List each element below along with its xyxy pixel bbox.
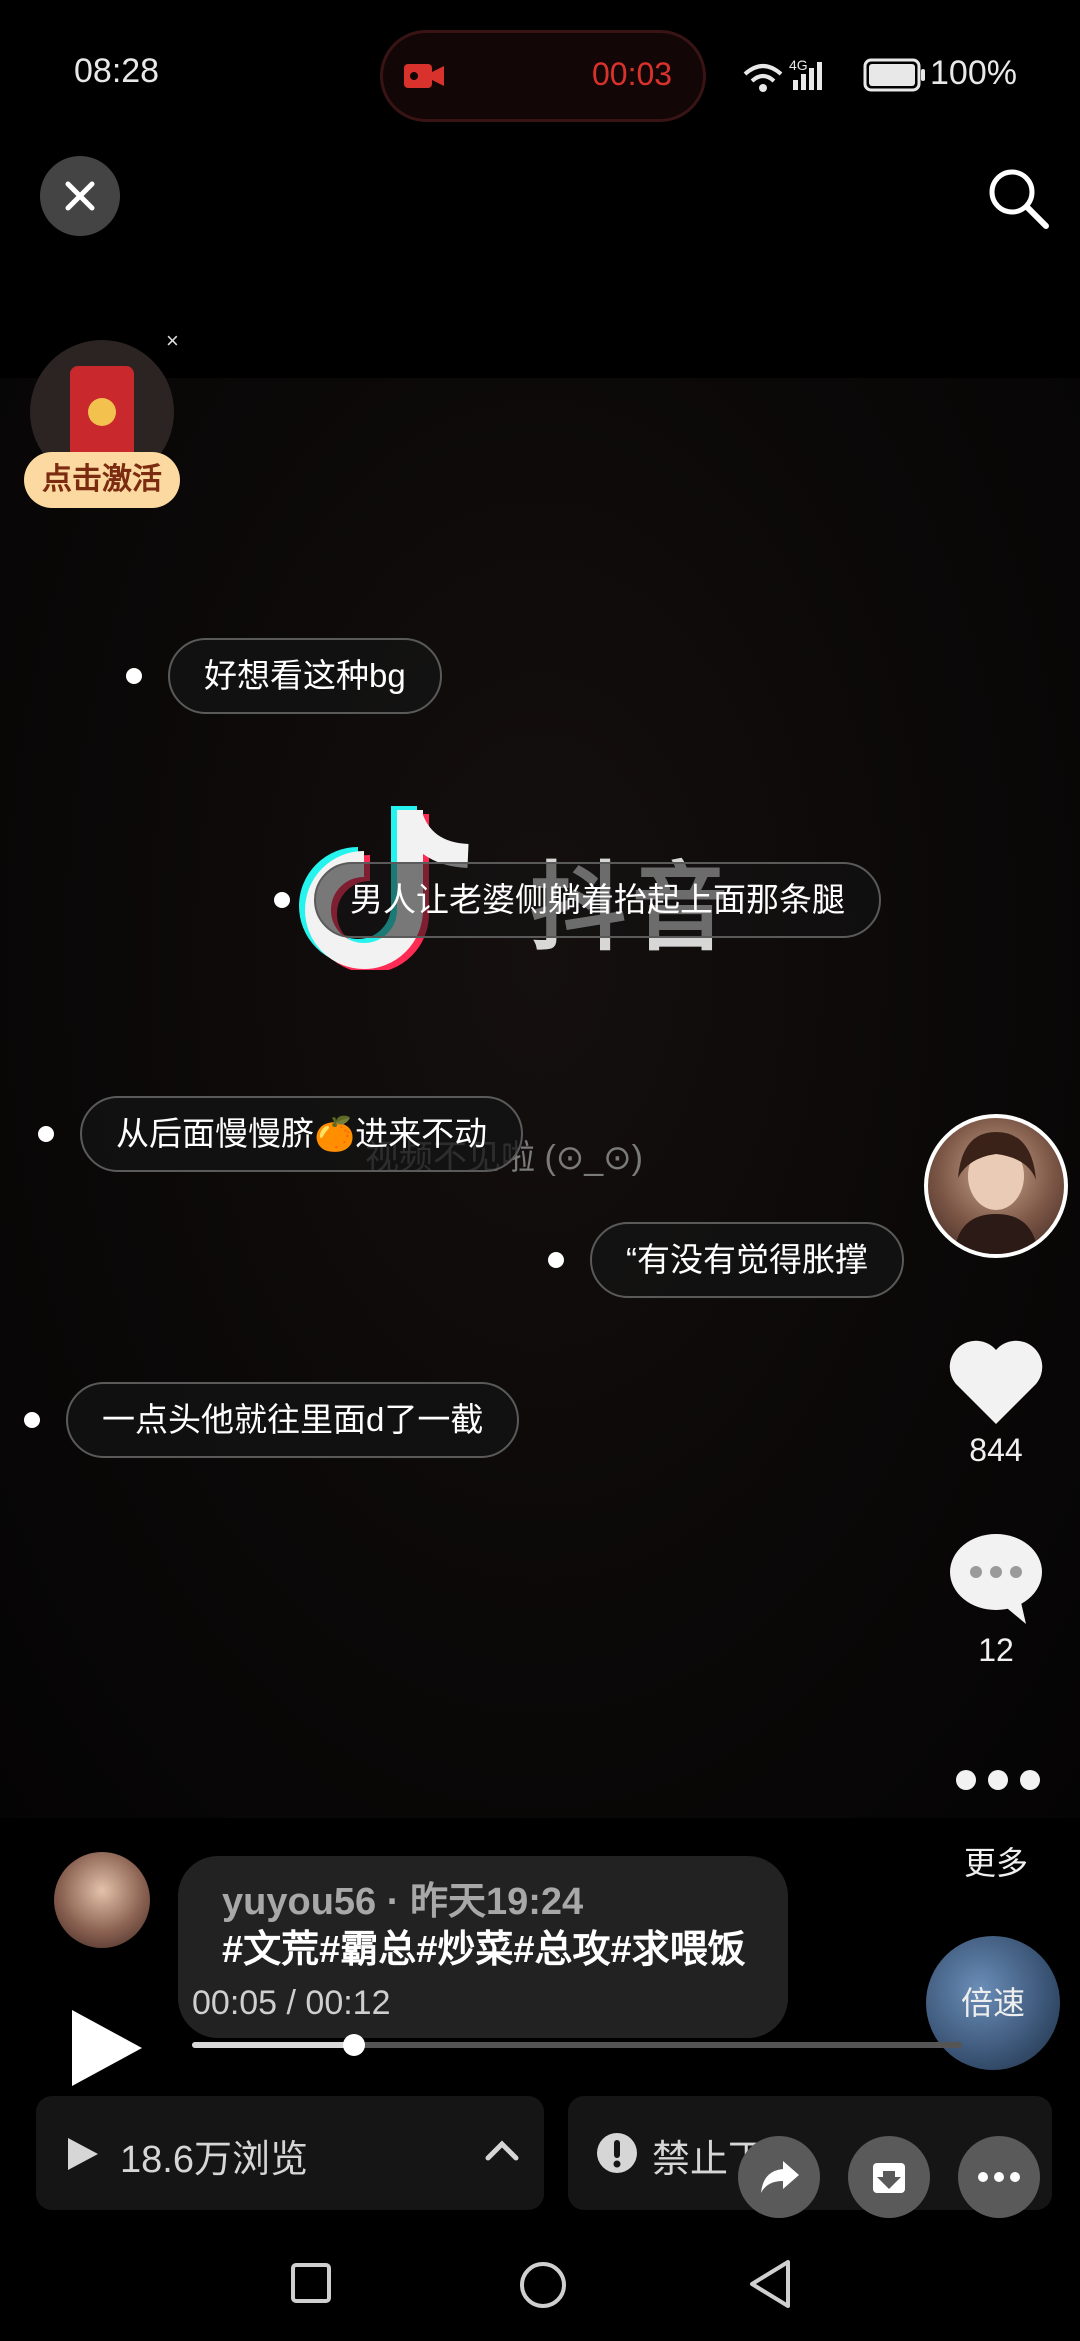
danmaku-dot <box>24 1412 40 1428</box>
like-count: 844 <box>969 1432 1023 1468</box>
status-time: 08:28 <box>74 52 160 90</box>
post-username[interactable]: yuyou56 · 昨天19:24 <box>222 1870 583 1925</box>
ellipsis-icon <box>978 2172 1020 2182</box>
download-button[interactable] <box>848 2136 930 2218</box>
progress-fill <box>192 2042 354 2048</box>
danmaku-comment[interactable]: 男人让老婆侧躺着抬起上面那条腿 <box>314 862 881 938</box>
red-packet-close-button[interactable]: × <box>166 328 179 354</box>
close-button[interactable] <box>40 156 120 236</box>
status-bar: 08:28 00:03 4G 100% <box>0 0 1080 150</box>
danmaku-dot <box>274 892 290 908</box>
recent-apps-icon[interactable] <box>290 2262 332 2304</box>
danmaku-comment[interactable]: 好想看这种bg <box>168 638 442 714</box>
warning-icon <box>597 2133 637 2173</box>
danmaku-dot <box>38 1126 54 1142</box>
user-avatar[interactable] <box>54 1852 150 1948</box>
back-icon[interactable] <box>748 2258 792 2310</box>
danmaku-dot <box>126 668 142 684</box>
play-small-icon <box>68 2138 98 2170</box>
play-icon[interactable] <box>66 2006 146 2090</box>
speed-button[interactable]: 倍速 <box>926 1936 1060 2070</box>
avatar-portrait-icon <box>954 1132 1038 1254</box>
search-icon[interactable] <box>984 164 1054 234</box>
author-avatar[interactable] <box>924 1114 1068 1258</box>
home-icon[interactable] <box>518 2260 568 2310</box>
video-record-icon <box>404 64 444 88</box>
post-description: #文荒#霸总#炒菜#总攻#求喂饭 <box>222 1929 746 1971</box>
svg-text:4G: 4G <box>789 57 808 73</box>
views-count: 18.6万浏览 <box>120 2139 308 2181</box>
download-icon <box>873 2163 905 2193</box>
recording-timer: 00:03 <box>592 56 673 92</box>
share-arrow-icon <box>761 2161 799 2193</box>
more-dots-icon[interactable] <box>950 1762 1046 1798</box>
battery-percent: 100% <box>930 54 1017 92</box>
playback-time: 00:05 / 00:12 <box>192 1984 391 2022</box>
red-packet-activate-label[interactable]: 点击激活 <box>24 452 180 508</box>
share-button[interactable] <box>738 2136 820 2218</box>
more-label[interactable]: 更多 <box>924 1838 1068 1884</box>
heart-icon[interactable] <box>946 1336 1046 1428</box>
danmaku-dot <box>548 1252 564 1268</box>
comment-count: 12 <box>978 1632 1014 1668</box>
chevron-up-icon[interactable] <box>484 2138 520 2162</box>
more-options-button[interactable] <box>958 2136 1040 2218</box>
close-icon <box>65 181 95 211</box>
danmaku-comment[interactable]: 从后面慢慢脐🍊进来不动 <box>80 1096 524 1172</box>
comment-bubble-icon[interactable] <box>946 1530 1046 1626</box>
progress-knob[interactable] <box>343 2034 365 2056</box>
danmaku-comment[interactable]: 一点头他就往里面d了一截 <box>66 1382 520 1458</box>
coin-icon <box>88 398 116 426</box>
danmaku-comment[interactable]: “有没有觉得胀撑 <box>590 1222 904 1298</box>
